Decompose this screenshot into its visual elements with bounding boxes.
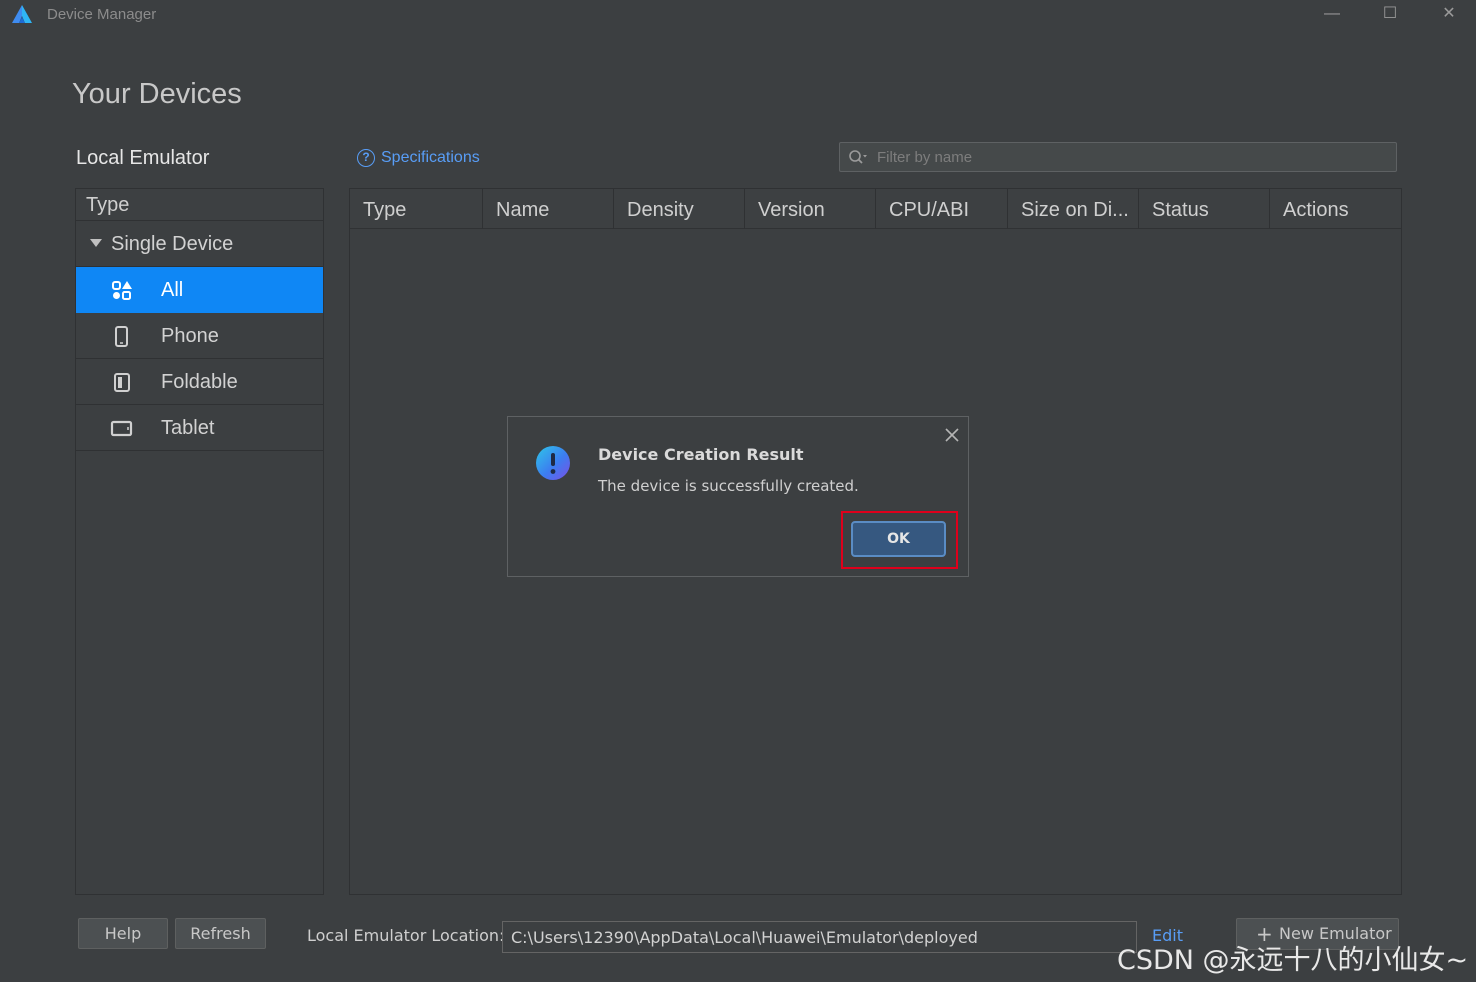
filter-field[interactable] — [839, 142, 1397, 172]
window-title: Device Manager — [47, 6, 157, 23]
device-creation-dialog: Device Creation Result The device is suc… — [507, 416, 969, 577]
foldable-icon — [114, 373, 130, 392]
sidebar-item-label: All — [161, 279, 184, 301]
single-device-group[interactable]: Single Device — [76, 221, 323, 267]
section-title: Local Emulator — [76, 147, 210, 169]
title-bar: Device Manager — ☐ ✕ — [0, 0, 1476, 30]
column-header-cpu-abi[interactable]: CPU/ABI — [876, 189, 1008, 229]
column-header-status[interactable]: Status — [1139, 189, 1270, 229]
app-logo-icon — [12, 5, 32, 23]
sidebar-item-foldable[interactable]: Foldable — [76, 359, 323, 405]
specifications-label: Specifications — [381, 149, 480, 166]
specifications-link[interactable]: ? Specifications — [357, 147, 480, 169]
search-icon — [849, 150, 867, 164]
type-header: Type — [76, 189, 323, 221]
watermark: CSDN @永远十八的小仙女~ — [1117, 945, 1469, 976]
column-header-name[interactable]: Name — [483, 189, 614, 229]
dialog-message: The device is successfully created. — [598, 477, 859, 495]
group-label: Single Device — [111, 233, 234, 255]
sidebar-item-label: Tablet — [161, 417, 215, 439]
table-header-row: Type Name Density Version CPU/ABI Size o… — [350, 189, 1401, 229]
dialog-title: Device Creation Result — [598, 445, 804, 464]
info-icon — [536, 446, 570, 480]
location-label: Local Emulator Location: — [307, 926, 505, 945]
column-header-type[interactable]: Type — [350, 189, 483, 229]
column-header-size-on-disk[interactable]: Size on Di... — [1008, 189, 1139, 229]
tablet-icon — [110, 420, 133, 437]
close-window-button[interactable]: ✕ — [1436, 4, 1462, 24]
close-icon[interactable] — [942, 425, 962, 445]
minimize-button[interactable]: — — [1319, 4, 1345, 24]
sidebar-item-label: Foldable — [161, 371, 238, 393]
sidebar-item-all[interactable]: All — [76, 267, 323, 313]
phone-icon — [115, 326, 128, 347]
expand-triangle-icon[interactable] — [90, 239, 102, 247]
sidebar-item-phone[interactable]: Phone — [76, 313, 323, 359]
filter-input[interactable] — [877, 146, 1387, 168]
column-header-actions[interactable]: Actions — [1270, 189, 1401, 229]
column-header-density[interactable]: Density — [614, 189, 745, 229]
sidebar-item-tablet[interactable]: Tablet — [76, 405, 323, 451]
all-devices-icon — [112, 281, 132, 300]
column-header-version[interactable]: Version — [745, 189, 876, 229]
location-field[interactable] — [502, 921, 1137, 953]
page-title: Your Devices — [72, 78, 242, 110]
help-circle-icon: ? — [357, 149, 375, 167]
location-input[interactable] — [511, 926, 1126, 948]
device-type-panel: Type Single Device All Phone Foldable Ta… — [75, 188, 324, 895]
refresh-button[interactable]: Refresh — [175, 918, 266, 949]
help-button[interactable]: Help — [78, 918, 168, 949]
maximize-button[interactable]: ☐ — [1377, 4, 1403, 24]
ok-button[interactable]: OK — [851, 521, 946, 557]
sidebar-item-label: Phone — [161, 325, 219, 347]
